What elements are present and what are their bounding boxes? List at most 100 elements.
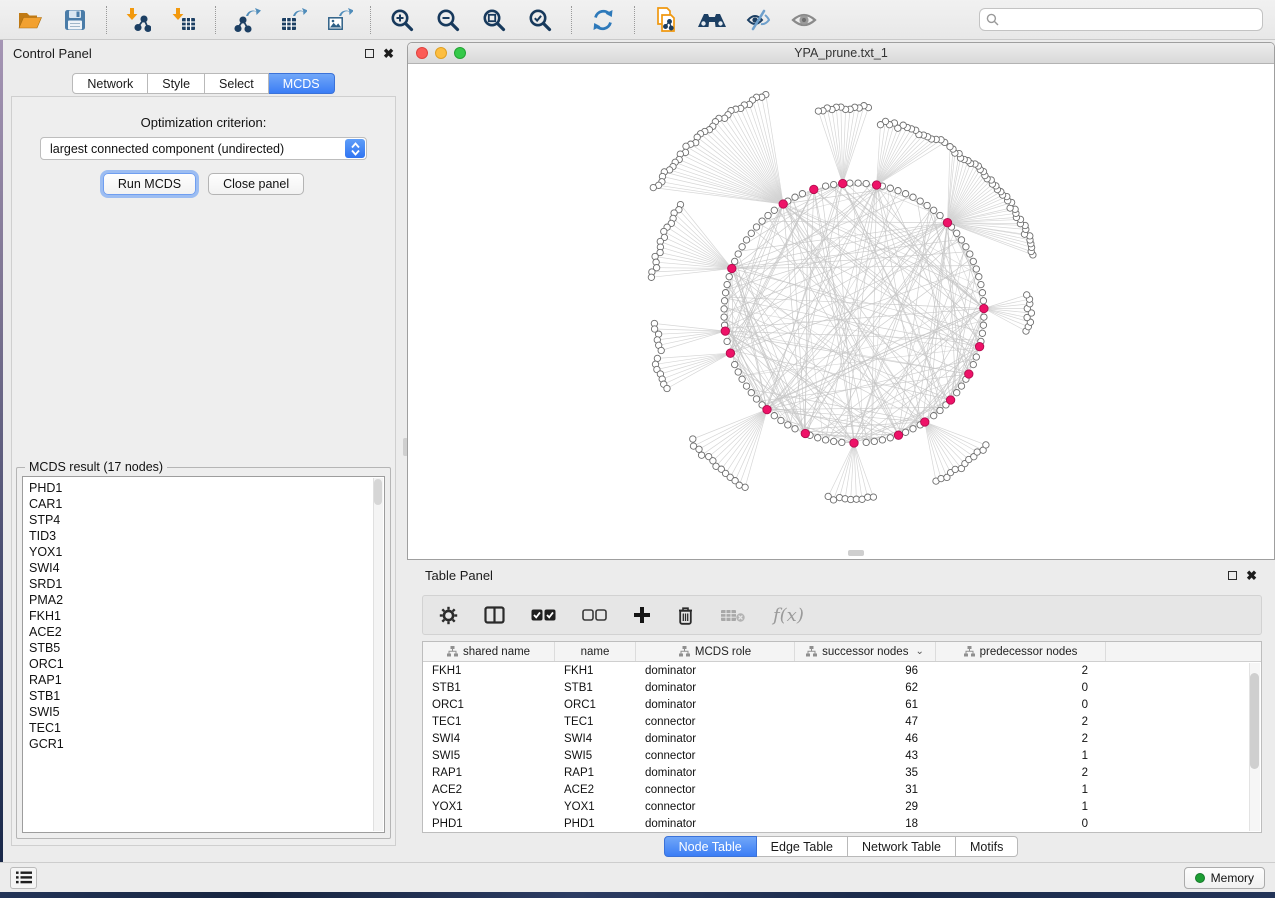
- mcds-result-item[interactable]: PHD1: [29, 480, 384, 496]
- show-all-icon[interactable]: [783, 4, 825, 36]
- task-history-button[interactable]: [10, 867, 37, 889]
- mcds-result-item[interactable]: SWI4: [29, 560, 384, 576]
- network-view-window: YPA_prune.txt_1: [407, 42, 1275, 560]
- export-table-icon[interactable]: [272, 4, 314, 36]
- mcds-result-item[interactable]: RAP1: [29, 672, 384, 688]
- mcds-tab-content: Optimization criterion: largest connecte…: [11, 96, 396, 846]
- table-scrollbar-thumb[interactable]: [1250, 673, 1259, 769]
- float-panel-icon[interactable]: [365, 49, 374, 58]
- table-row[interactable]: YOX1YOX1connector291: [423, 798, 1261, 815]
- select-all-rows-icon[interactable]: [531, 609, 556, 621]
- table-row[interactable]: ORC1ORC1dominator610: [423, 696, 1261, 713]
- tab-edge-table[interactable]: Edge Table: [757, 836, 848, 857]
- toolbar-separator: [215, 6, 216, 34]
- mcds-result-item[interactable]: FKH1: [29, 608, 384, 624]
- node-table-header: shared namenameMCDS rolesuccessor nodes⌄…: [423, 642, 1261, 662]
- search-icon: [986, 13, 999, 26]
- import-network-icon[interactable]: [117, 4, 159, 36]
- mcds-result-item[interactable]: PMA2: [29, 592, 384, 608]
- tab-network[interactable]: Network: [72, 73, 148, 94]
- shared-column-icon: [964, 646, 975, 657]
- mcds-result-item[interactable]: STP4: [29, 512, 384, 528]
- mcds-list-scrollbar[interactable]: [373, 478, 383, 831]
- delete-table-icon: [720, 608, 745, 623]
- control-panel-title: Control Panel: [13, 46, 92, 61]
- close-table-panel-icon[interactable]: ✖: [1246, 571, 1257, 580]
- table-row[interactable]: RAP1RAP1dominator352: [423, 764, 1261, 781]
- control-panel-tabs: NetworkStyleSelectMCDS: [3, 73, 404, 94]
- toolbar-separator: [106, 6, 107, 34]
- table-row[interactable]: STB1STB1dominator620: [423, 679, 1261, 696]
- search-input[interactable]: [1004, 13, 1256, 27]
- float-table-panel-icon[interactable]: [1228, 571, 1237, 580]
- copy-network-icon[interactable]: [645, 4, 687, 36]
- table-panel-titlebar: Table Panel ✖: [407, 562, 1275, 588]
- deselect-all-rows-icon[interactable]: [582, 609, 607, 621]
- zoom-in-icon[interactable]: [381, 4, 423, 36]
- network-window-titlebar[interactable]: YPA_prune.txt_1: [408, 43, 1274, 64]
- network-graph[interactable]: [408, 64, 1274, 560]
- status-bar: Memory: [0, 862, 1275, 892]
- mcds-result-item[interactable]: ACE2: [29, 624, 384, 640]
- tab-network-table[interactable]: Network Table: [848, 836, 956, 857]
- first-neighbors-icon[interactable]: [691, 4, 733, 36]
- criterion-dropdown[interactable]: largest connected component (undirected): [40, 137, 367, 160]
- table-settings-gear-icon[interactable]: [439, 606, 458, 625]
- column-header-name[interactable]: name: [555, 642, 636, 661]
- mcds-result-item[interactable]: GCR1: [29, 736, 384, 752]
- mcds-result-list[interactable]: PHD1CAR1STP4TID3YOX1SWI4SRD1PMA2FKH1ACE2…: [22, 476, 385, 833]
- table-row[interactable]: ACE2ACE2connector311: [423, 781, 1261, 798]
- desktop-wallpaper-strip: [0, 892, 1275, 898]
- close-panel-icon[interactable]: ✖: [383, 49, 394, 58]
- mcds-result-item[interactable]: STB5: [29, 640, 384, 656]
- export-network-icon[interactable]: [226, 4, 268, 36]
- tab-mcds[interactable]: MCDS: [269, 73, 335, 94]
- close-panel-button[interactable]: Close panel: [208, 173, 304, 195]
- memory-button[interactable]: Memory: [1184, 867, 1265, 889]
- tab-select[interactable]: Select: [205, 73, 269, 94]
- zoom-out-icon[interactable]: [427, 4, 469, 36]
- export-image-icon[interactable]: [318, 4, 360, 36]
- import-table-icon[interactable]: [163, 4, 205, 36]
- toolbar-separator: [571, 6, 572, 34]
- table-panel-title: Table Panel: [425, 568, 493, 583]
- mcds-result-item[interactable]: SWI5: [29, 704, 384, 720]
- shared-column-icon: [806, 646, 817, 657]
- tab-motifs[interactable]: Motifs: [956, 836, 1018, 857]
- horizontal-splitter-handle[interactable]: [848, 550, 864, 556]
- table-row[interactable]: TEC1TEC1connector472: [423, 713, 1261, 730]
- mcds-result-item[interactable]: SRD1: [29, 576, 384, 592]
- mcds-result-item[interactable]: STB1: [29, 688, 384, 704]
- mcds-result-item[interactable]: TEC1: [29, 720, 384, 736]
- tab-style[interactable]: Style: [148, 73, 205, 94]
- criterion-dropdown-value: largest connected component (undirected): [50, 142, 284, 156]
- column-chooser-icon[interactable]: [484, 606, 505, 624]
- save-session-icon[interactable]: [54, 4, 96, 36]
- mcds-result-item[interactable]: ORC1: [29, 656, 384, 672]
- network-canvas[interactable]: [408, 64, 1274, 560]
- mcds-result-item[interactable]: CAR1: [29, 496, 384, 512]
- mcds-result-item[interactable]: YOX1: [29, 544, 384, 560]
- table-row[interactable]: PHD1PHD1dominator180: [423, 815, 1261, 832]
- delete-column-icon[interactable]: [677, 606, 694, 625]
- open-file-icon[interactable]: [8, 4, 50, 36]
- table-row[interactable]: SWI4SWI4dominator462: [423, 730, 1261, 747]
- column-header-MCDS-role[interactable]: MCDS role: [636, 642, 795, 661]
- memory-label: Memory: [1211, 871, 1254, 885]
- add-column-icon[interactable]: [633, 606, 651, 624]
- tab-node-table[interactable]: Node Table: [664, 836, 757, 857]
- toolbar-separator: [370, 6, 371, 34]
- run-mcds-button[interactable]: Run MCDS: [103, 173, 196, 195]
- control-panel-titlebar: Control Panel ✖: [3, 40, 404, 66]
- column-header-shared-name[interactable]: shared name: [423, 642, 555, 661]
- zoom-selected-icon[interactable]: [519, 4, 561, 36]
- mcds-result-item[interactable]: TID3: [29, 528, 384, 544]
- column-header-successor-nodes[interactable]: successor nodes⌄: [795, 642, 936, 661]
- zoom-fit-icon[interactable]: [473, 4, 515, 36]
- table-row[interactable]: FKH1FKH1dominator962: [423, 662, 1261, 679]
- table-scrollbar[interactable]: [1249, 663, 1260, 831]
- hide-selected-icon[interactable]: [737, 4, 779, 36]
- column-header-predecessor-nodes[interactable]: predecessor nodes: [936, 642, 1106, 661]
- refresh-icon[interactable]: [582, 4, 624, 36]
- table-row[interactable]: SWI5SWI5connector431: [423, 747, 1261, 764]
